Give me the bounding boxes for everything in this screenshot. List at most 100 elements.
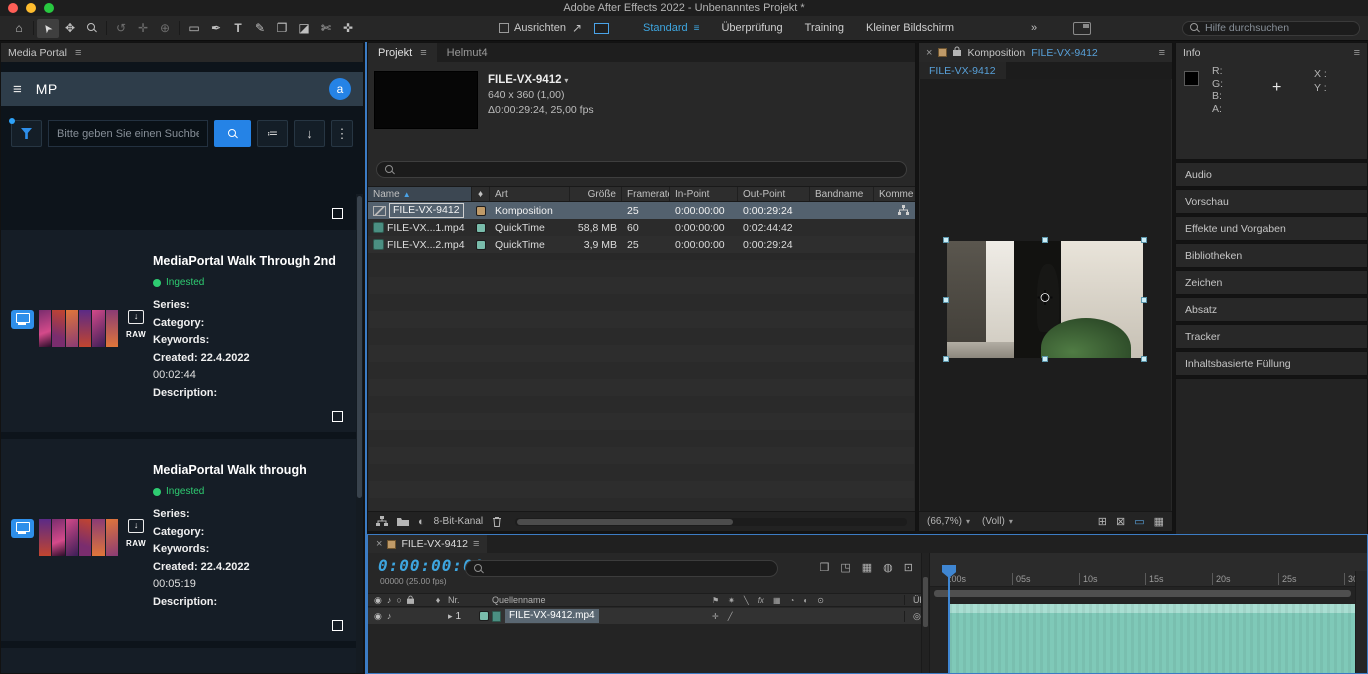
expand-view-icon[interactable]: ↗ (566, 19, 588, 38)
collapse-icon[interactable]: ✷ (728, 596, 735, 605)
workspace-standard[interactable]: Standard≡ (643, 22, 700, 34)
rectangle-tool-icon[interactable]: ▭ (183, 19, 205, 38)
column-bandname[interactable]: Bandname (810, 187, 874, 201)
column-groesse[interactable]: Größe (570, 187, 622, 201)
composition-header[interactable]: × Komposition FILE-VX-9412 ≡ (919, 43, 1172, 62)
adjustment-layer-icon[interactable]: ◐ (803, 596, 808, 605)
graph-editor-icon[interactable]: ⊡ (904, 561, 913, 574)
media-card[interactable]: MediaPortal Walk through Ingested Series… (1, 439, 356, 641)
solo-icon[interactable]: ○ (396, 595, 401, 605)
column-in-point[interactable]: In-Point (670, 187, 738, 201)
layer-name[interactable]: FILE-VX-9412.mp4 (505, 609, 599, 623)
twirl-arrow-icon[interactable]: ▸ (448, 611, 453, 622)
collapse-switch-icon[interactable]: ✛ (712, 612, 719, 621)
panel-effekte-und-vorgaben[interactable]: Effekte und Vorgaben (1175, 216, 1368, 241)
column-art[interactable]: Art (490, 187, 570, 201)
composition-viewer[interactable] (920, 79, 1171, 511)
zoom-dropdown[interactable]: (66,7%)▾ (927, 516, 970, 527)
panel-audio[interactable]: Audio (1175, 162, 1368, 187)
home-icon[interactable]: ⌂ (8, 19, 30, 38)
motion-blur-icon[interactable]: ◍ (883, 561, 893, 574)
frame-blend-icon[interactable]: ▦ (773, 596, 781, 605)
panel-bibliotheken[interactable]: Bibliotheken (1175, 243, 1368, 268)
media-card[interactable]: WinterPlanets orig Ingested (1, 648, 356, 673)
scrollbar-thumb[interactable] (517, 519, 733, 525)
media-search-input[interactable] (48, 120, 208, 147)
video-eye-icon[interactable]: ◉ (374, 611, 382, 622)
hamburger-menu-icon[interactable]: ≡ (13, 81, 22, 98)
panel-absatz[interactable]: Absatz (1175, 297, 1368, 322)
thumbnail-strip[interactable] (39, 310, 118, 347)
horizontal-scrollbar[interactable] (515, 518, 907, 526)
fullscreen-window-button[interactable] (44, 3, 54, 13)
audio-icon[interactable]: ♪ (387, 595, 392, 605)
type-tool-icon[interactable]: T (227, 19, 249, 38)
frame-blending-icon[interactable]: ▦ (862, 561, 872, 574)
media-list-scrollbar[interactable] (356, 194, 363, 673)
mask-visibility-icon[interactable]: ⊠ (1116, 515, 1125, 528)
sort-filter-button[interactable]: ≔ (257, 120, 288, 147)
monitor-icon[interactable] (11, 310, 34, 329)
align-toggle[interactable]: Ausrichten (499, 22, 566, 34)
track-area[interactable] (930, 600, 1355, 673)
tab-helmut4[interactable]: Helmut4 (437, 43, 498, 62)
workspace-training[interactable]: Training (805, 22, 844, 34)
media-card[interactable]: MediaPortal Walk Through 2nd Ingested Se… (1, 230, 356, 432)
workspace-menu-icon[interactable]: ≡ (694, 23, 700, 34)
close-panel-icon[interactable]: × (926, 47, 932, 59)
composition-mini-flowchart-icon[interactable]: ❒ (819, 561, 829, 574)
new-folder-icon[interactable] (397, 517, 409, 526)
filter-button[interactable] (11, 120, 42, 147)
download-button[interactable]: ↓ (294, 120, 325, 147)
layer-duration-bar[interactable] (949, 604, 1355, 673)
selection-tool-icon[interactable]: ➤ (37, 19, 59, 38)
info-header[interactable]: Info ≡ (1176, 43, 1367, 62)
layer-scrollbar[interactable] (921, 553, 930, 673)
label-column-icon[interactable]: ♦ (430, 595, 446, 605)
item-name[interactable]: FILE-VX-9412 (488, 74, 562, 86)
work-area-thumb[interactable] (934, 590, 1351, 597)
motion-blur-icon[interactable]: ◔ (790, 596, 795, 605)
panel-menu-icon[interactable]: ≡ (473, 538, 479, 550)
layer-row[interactable]: ◉ ♪ ▸1 FILE-VX-9412.mp4 ✛ ╱ ◎ Ohne ▾ (368, 608, 921, 624)
workspace-overflow-button[interactable]: » (1031, 22, 1037, 34)
panel-vorschau[interactable]: Vorschau (1175, 189, 1368, 214)
lock-icon[interactable] (407, 595, 414, 606)
video-eye-icon[interactable]: ◉ (374, 595, 382, 606)
playhead-line[interactable] (948, 565, 950, 673)
selection-handle[interactable] (1042, 237, 1048, 243)
chevron-down-icon[interactable]: ▾ (564, 76, 568, 85)
eraser-tool-icon[interactable]: ◪ (293, 19, 315, 38)
help-search-input[interactable] (1205, 22, 1352, 34)
panel-menu-icon[interactable]: ≡ (1354, 47, 1360, 59)
panel-menu-icon[interactable]: ≡ (1159, 47, 1165, 59)
puppet-pin-tool-icon[interactable]: ✜ (337, 19, 359, 38)
card-checkbox[interactable] (332, 620, 343, 631)
zoom-tool-icon[interactable] (81, 19, 103, 38)
pickwhip-icon[interactable]: ◎ (913, 611, 921, 622)
shy-icon[interactable]: ⚑ (712, 596, 719, 605)
panel-menu-icon[interactable]: ≡ (75, 47, 81, 59)
time-ruler[interactable]: :00s 05s 10s 15s 20s 25s 30s (930, 571, 1355, 587)
roto-brush-tool-icon[interactable]: ✄ (315, 19, 337, 38)
quality-icon[interactable]: ╲ (744, 596, 749, 605)
region-of-interest-icon[interactable]: ▭ (1134, 515, 1144, 528)
dolly-camera-tool-icon[interactable]: ⊕ (154, 19, 176, 38)
minimize-window-button[interactable] (26, 3, 36, 13)
source-name-column[interactable]: Quellenname (492, 595, 708, 605)
close-window-button[interactable] (8, 3, 18, 13)
project-search[interactable] (376, 161, 907, 178)
anchor-point-icon[interactable] (1038, 290, 1053, 310)
table-row[interactable]: FILE-VX-9412 Komposition 25 0:00:00:00 0… (368, 202, 915, 219)
tab-projekt[interactable]: Projekt≡ (368, 43, 437, 62)
pan-camera-tool-icon[interactable]: ✛ (132, 19, 154, 38)
label-color-swatch[interactable] (476, 206, 486, 216)
workspace-manager-icon[interactable] (1073, 22, 1091, 35)
column-label-color[interactable]: ♦ (472, 187, 490, 201)
selection-handle[interactable] (1042, 356, 1048, 362)
align-checkbox[interactable] (499, 23, 509, 33)
panel-tracker[interactable]: Tracker (1175, 324, 1368, 349)
label-color-swatch[interactable] (476, 240, 486, 250)
card-checkbox[interactable] (332, 411, 343, 422)
panel-menu-icon[interactable]: ≡ (420, 47, 426, 59)
